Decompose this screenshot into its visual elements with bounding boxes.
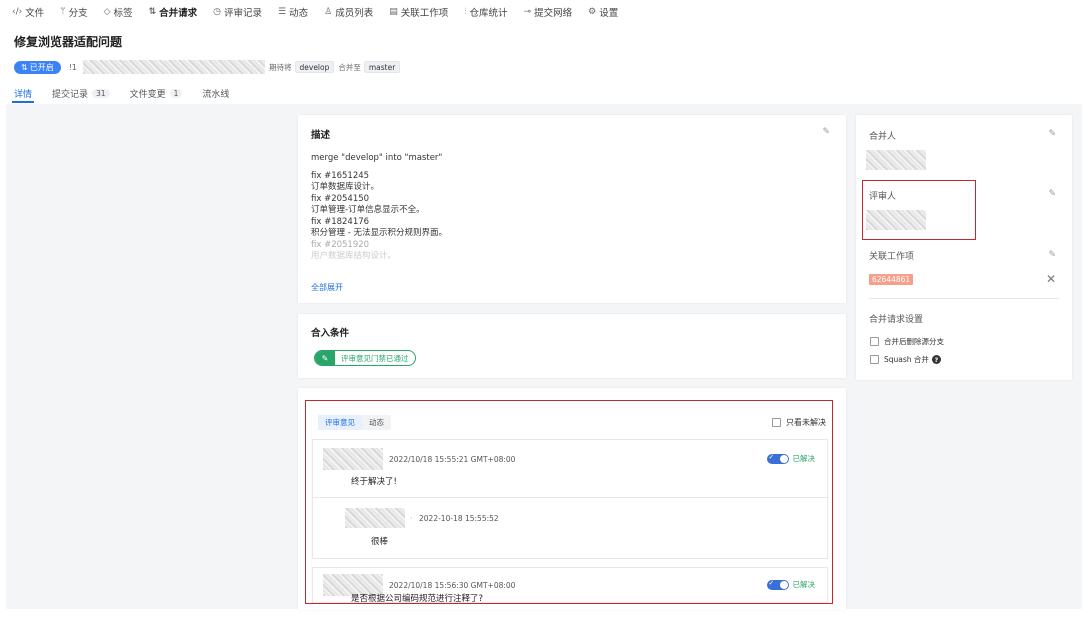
help-icon[interactable]: ? [931,355,941,364]
comment-text: 是否根据公司编码规范进行注释了? [351,594,484,604]
mr-settings-label: 合并请求设置 [869,315,924,325]
edit-merger-pencil-icon[interactable]: ✎ [1048,129,1056,139]
nav-work-items[interactable]: ▤ 关联工作项 [389,5,448,19]
check-edit-icon: ✎ [315,351,335,365]
workitem-id-tag[interactable]: 62644861 [869,274,914,285]
only-unresolved-filter[interactable]: 只看未解决 [772,417,826,428]
code-icon: ‹/› [12,7,23,17]
nav-settings[interactable]: ⚙ 设置 [588,5,618,19]
expand-all-link[interactable]: 全部展开 [311,282,343,293]
description-card: 描述 ✎ merge "develop" into "master" fix #… [298,115,846,303]
mr-sidebar: 合并人 ✎ 评审人 ✎ 关联工作项 ✎ 62644861 ✕ 合并请求设置 合并… [856,115,1072,380]
author-redacted [83,60,265,74]
reviewer-redacted [866,210,926,230]
stats-icon: ⫶ [464,7,467,17]
merge-request-icon: ⇅ [148,7,157,17]
clock-icon: ◷ [213,7,222,17]
merger-label: 合并人 [869,132,897,142]
squash-option[interactable]: Squash 合并 ? [870,354,941,365]
thread-divider [313,497,829,498]
delete-source-branch-option[interactable]: 合并后删除源分支 [870,336,944,347]
description-line: 积分管理 - 无法显示积分规则界面。 [311,228,447,238]
description-line: 用户数据库结构设计。 [311,251,397,261]
target-branch[interactable]: master [363,61,401,73]
status-badge: ⇅ 已开启 [14,60,61,74]
tab-review-activity[interactable]: 动态 [362,415,391,430]
merger-redacted [866,150,926,170]
toggle-switch[interactable] [766,453,789,464]
nav-stats[interactable]: ⫶ 仓库统计 [464,5,507,19]
tab-review-comments[interactable]: 评审意见 [318,415,362,430]
nav-tags[interactable]: ◇ 标签 [104,5,133,19]
network-icon: ⊸ [523,7,532,17]
nav-review-records[interactable]: ◷ 评审记录 [213,5,262,19]
review-gate-passed-tag: ✎ 评审意见门禁已通过 [314,350,416,366]
description-line: 订单数据库设计。 [311,182,380,192]
toggle-switch[interactable] [766,579,789,590]
list-icon: ☰ [278,7,287,17]
reply-author-redacted [345,508,405,528]
detail-tabs: 详情 提交记录 31 文件变更 1 流水线 [11,83,249,103]
nav-activity[interactable]: ☰ 动态 [278,5,308,19]
nav-merge-requests[interactable]: ⇅ 合并请求 [149,5,198,19]
page-title: 修复浏览器适配问题 [14,35,123,49]
reply-text: 很棒 [371,537,389,547]
user-icon: ♙ [324,7,333,17]
source-branch[interactable]: develop [294,61,335,73]
commits-count: 31 [92,88,110,98]
nav-files[interactable]: ‹/› 文件 [12,5,44,19]
description-title: 描述 [311,130,331,141]
file-changes-count: 1 [169,88,183,98]
comment-timestamp: 2022/10/18 15:55:21 GMT+08:00 [389,455,516,464]
review-comments-card: 评审意见 动态 只看未解决 2022/10/18 15:55:21 GMT+08… [298,388,846,610]
nav-branches[interactable]: ᛘ 分支 [60,5,87,19]
workitem-label: 关联工作项 [869,252,915,262]
resolved-toggle[interactable]: 已解决 [766,453,815,464]
comment-timestamp: 2022/10/18 15:56:30 GMT+08:00 [389,581,516,590]
description-line: 订单管理-订单信息显示不全。 [311,205,425,215]
close-icon[interactable]: ✕ [1046,272,1056,286]
comment-text: 终于解决了! [351,477,397,487]
gear-icon: ⚙ [588,7,597,17]
resolved-toggle[interactable]: 已解决 [766,579,815,590]
squash-checkbox[interactable] [870,355,879,364]
merge-conditions-card: 合入条件 ✎ 评审意见门禁已通过 [298,314,846,378]
reply-separator: · [410,514,413,523]
description-body: merge "develop" into "master" fix #16512… [311,153,831,263]
conditions-title: 合入条件 [311,328,350,339]
reviewer-label: 评审人 [869,192,897,202]
commenter-redacted [323,448,383,470]
nav-network[interactable]: ⊸ 提交网络 [524,5,573,19]
edit-description-pencil-icon[interactable]: ✎ [822,127,830,137]
edit-reviewer-pencil-icon[interactable]: ✎ [1048,189,1056,199]
reply-timestamp: 2022-10-18 15:55:52 [419,514,499,523]
tag-icon: ◇ [103,7,111,17]
description-line: fix #2054150 [311,193,370,204]
review-tabs: 评审意见 动态 [318,415,391,430]
tab-pipeline[interactable]: 流水线 [202,83,229,103]
mr-id: !1 [68,62,77,72]
nav-members[interactable]: ♙ 成员列表 [324,5,373,19]
only-unresolved-checkbox[interactable] [772,418,781,427]
edit-workitem-pencil-icon[interactable]: ✎ [1048,250,1056,260]
tab-file-changes[interactable]: 文件变更 1 [130,83,183,103]
highlight-box: 评审意见 动态 只看未解决 2022/10/18 15:55:21 GMT+08… [305,400,833,604]
repo-nav: ‹/› 文件 ᛘ 分支 ◇ 标签 ⇅ 合并请求 ◷ 评审记录 ☰ 动态 ♙ 成员列表 ▤ 关联工… [0,0,1092,24]
branch-icon: ᛘ [60,7,66,17]
comment-thread: 2022/10/18 15:56:30 GMT+08:00 已解决 是否根据公司… [312,567,828,604]
comment-thread: 2022/10/18 15:55:21 GMT+08:00 已解决 终于解决了!… [312,439,829,559]
mr-meta: ⇅ 已开启 !1 期待将 develop 合并至 master [14,60,401,74]
tab-details[interactable]: 详情 [11,83,35,103]
work-item-icon: ▤ [389,7,398,17]
divider [869,298,1059,299]
merge-to-label: 合并至 [338,62,361,72]
delete-source-checkbox[interactable] [870,337,879,346]
description-line: fix #1651245 [311,170,370,181]
description-line: fix #1824176 [311,216,370,227]
description-summary: merge "develop" into "master" [311,153,443,163]
description-line: fix #2051920 [311,239,370,250]
tab-commits[interactable]: 提交记录 31 [52,83,110,103]
expect-label: 期待将 [269,62,292,72]
merge-request-icon: ⇅ [21,62,28,72]
